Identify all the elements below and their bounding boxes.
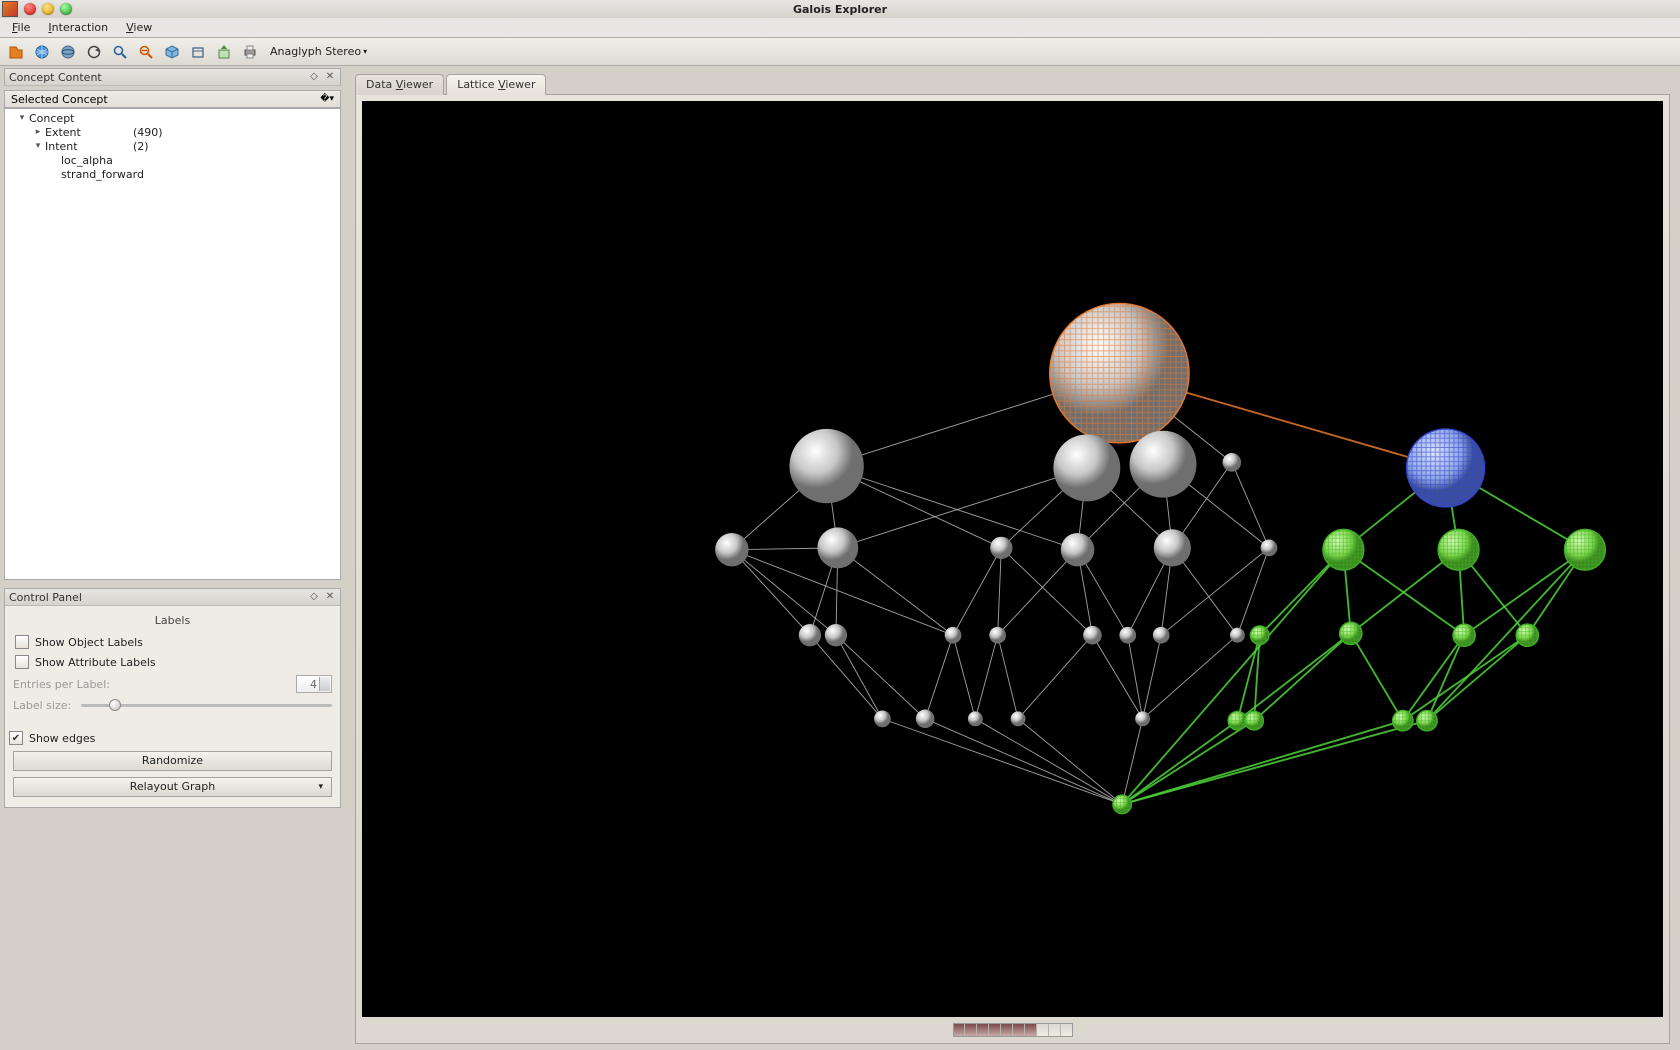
- show-edges-row: ✔ Show edges: [9, 731, 332, 745]
- show-edges-checkbox[interactable]: ✔: [9, 731, 23, 745]
- show-attribute-labels-row: Show Attribute Labels: [15, 655, 332, 669]
- randomize-button[interactable]: Randomize: [13, 751, 332, 771]
- main: Concept Content ◇ ✕ Selected Concept �▾ …: [0, 66, 1680, 1050]
- chevron-down-icon: �▾: [320, 94, 334, 104]
- tree-node-extent[interactable]: ▸Extent(490): [5, 125, 340, 139]
- concept-content-title: Concept Content: [9, 71, 102, 84]
- viewer-frame: [355, 94, 1670, 1044]
- tab-data-viewer[interactable]: Data Viewer: [355, 74, 444, 95]
- labels-heading: Labels: [13, 614, 332, 627]
- menubar: File Interaction View: [0, 18, 1680, 38]
- chevron-down-icon: ▾: [363, 47, 367, 56]
- control-panel-body: Labels Show Object Labels Show Attribute…: [4, 606, 341, 808]
- zoom-reset-icon[interactable]: [136, 42, 156, 62]
- show-object-labels-checkbox[interactable]: [15, 635, 29, 649]
- app-icon: [2, 1, 18, 17]
- panel-undock-icon[interactable]: ◇: [308, 71, 320, 83]
- show-object-labels-row: Show Object Labels: [15, 635, 332, 649]
- relayout-graph-button[interactable]: Relayout Graph ▾: [13, 777, 332, 797]
- expand-icon[interactable]: ▸: [31, 127, 45, 137]
- selected-concept-dropdown[interactable]: Selected Concept �▾: [4, 90, 341, 108]
- label-size-label: Label size:: [13, 699, 71, 712]
- tab-lattice-viewer[interactable]: Lattice Viewer: [446, 74, 546, 95]
- label-size-slider[interactable]: [81, 697, 332, 713]
- cube-icon[interactable]: [162, 42, 182, 62]
- control-panel-title: Control Panel: [9, 591, 82, 604]
- globe-blue-icon[interactable]: [32, 42, 52, 62]
- lattice-viewport[interactable]: [362, 101, 1663, 1017]
- panel-close-icon[interactable]: ✕: [324, 71, 336, 83]
- search-icon[interactable]: [110, 42, 130, 62]
- concept-content-header: Concept Content ◇ ✕: [4, 68, 341, 86]
- window-controls: [24, 3, 72, 15]
- print-icon[interactable]: [240, 42, 260, 62]
- maximize-window-icon[interactable]: [60, 3, 72, 15]
- box-icon[interactable]: [188, 42, 208, 62]
- show-object-labels-label: Show Object Labels: [35, 636, 143, 649]
- globe-layers-icon[interactable]: [58, 42, 78, 62]
- stereo-mode-dropdown[interactable]: Anaglyph Stereo ▾: [270, 45, 367, 58]
- tree-node-intent[interactable]: ▾Intent(2): [5, 139, 340, 153]
- panel-close-icon[interactable]: ✕: [324, 591, 336, 603]
- menu-file[interactable]: File: [4, 19, 38, 36]
- viewer-tabs: Data Viewer Lattice Viewer: [355, 72, 1670, 94]
- show-attribute-labels-label: Show Attribute Labels: [35, 656, 156, 669]
- stereo-mode-label: Anaglyph Stereo: [270, 45, 361, 58]
- tree-leaf[interactable]: loc_alpha: [5, 153, 340, 167]
- window-title: Galois Explorer: [793, 3, 887, 16]
- titlebar: Galois Explorer: [0, 0, 1680, 18]
- concept-content-panel: Concept Content ◇ ✕: [4, 68, 341, 86]
- open-icon[interactable]: [6, 42, 26, 62]
- menu-view[interactable]: View: [118, 19, 160, 36]
- chevron-down-icon: ▾: [318, 778, 323, 796]
- panel-undock-icon[interactable]: ◇: [308, 591, 320, 603]
- export-icon[interactable]: [214, 42, 234, 62]
- control-panel-header: Control Panel ◇ ✕: [4, 588, 341, 606]
- expand-icon[interactable]: ▾: [31, 141, 45, 151]
- selected-concept-label: Selected Concept: [11, 93, 108, 106]
- menu-interaction[interactable]: Interaction: [40, 19, 116, 36]
- entries-per-label-label: Entries per Label:: [13, 678, 110, 691]
- progress-bar: [953, 1023, 1073, 1037]
- tree-node-concept[interactable]: ▾Concept: [5, 111, 340, 125]
- concept-tree[interactable]: ▾Concept ▸Extent(490) ▾Intent(2) loc_alp…: [4, 108, 341, 580]
- refresh-icon[interactable]: [84, 42, 104, 62]
- show-attribute-labels-checkbox[interactable]: [15, 655, 29, 669]
- show-edges-label: Show edges: [29, 732, 95, 745]
- toolbar: Anaglyph Stereo ▾: [0, 38, 1680, 66]
- sidebar: Concept Content ◇ ✕ Selected Concept �▾ …: [0, 66, 345, 1050]
- control-panel: Control Panel ◇ ✕ Labels Show Object Lab…: [4, 588, 341, 808]
- label-size-row: Label size:: [13, 697, 332, 713]
- entries-per-label-row: Entries per Label: 4: [13, 675, 332, 693]
- tree-leaf[interactable]: strand_forward: [5, 167, 340, 181]
- content-area: Data Viewer Lattice Viewer: [349, 66, 1680, 1050]
- expand-icon[interactable]: ▾: [15, 113, 29, 123]
- entries-per-label-spinner[interactable]: 4: [296, 675, 332, 693]
- minimize-window-icon[interactable]: [42, 3, 54, 15]
- close-window-icon[interactable]: [24, 3, 36, 15]
